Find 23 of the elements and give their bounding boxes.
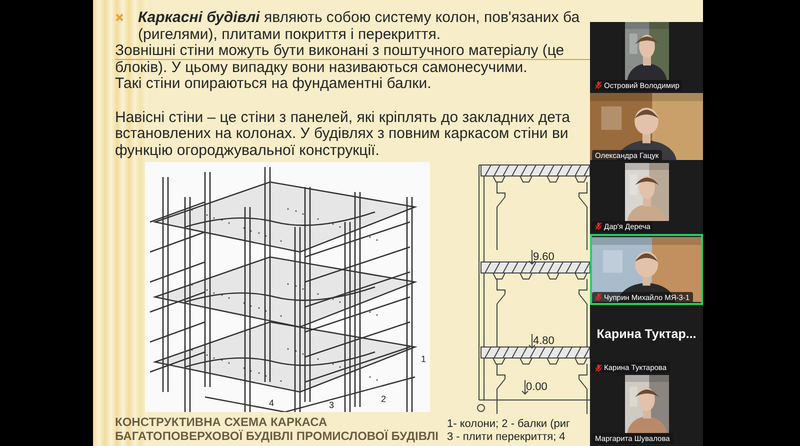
bullet-icon: [115, 13, 124, 22]
participant-display-name: Карина Туктар...: [596, 327, 696, 342]
slide-text-line: Каркасні будівлі являють собою систему колон, пов'язаних ба: [138, 10, 580, 27]
slide-text-line: встановлених на колонах. У будівлях з повним каркасом стіни ви: [115, 126, 568, 143]
level-marker-icon: [522, 380, 528, 396]
figure-label: 2: [381, 394, 386, 404]
figure-legend: 3 - плити перекриття; 4: [447, 431, 570, 444]
figure-label: 1: [421, 354, 426, 364]
level-label: 9.60: [533, 251, 554, 264]
level-label: 4.80: [533, 335, 554, 348]
level-marker-icon: [528, 250, 536, 266]
level-label: 0.00: [526, 381, 548, 394]
slide-text-line: Такі стіни опираються на фундаментні балки.: [115, 76, 432, 93]
slide-text-line: функцію огороджувальної конструкції.: [115, 142, 380, 160]
figure-caption: БАГАТОПОВЕРХОВОЇ БУДІВЛІ ПРОМИСЛОВОЇ БУДІВЛІ: [115, 430, 440, 444]
slide-text-line: блоків). У цьому випадку вони називаються самонесучими.: [115, 60, 528, 76]
slide-text-line: Зовнішні стіни можуть бути виконані з поштучного матеріалу (це: [115, 43, 564, 60]
slide-text-line: Навісні стіни – це стіни з панелей, які кріплять до закладних дета: [115, 110, 570, 126]
figure-label: 3: [329, 400, 334, 410]
figure-label: 4: [269, 398, 274, 408]
figure-legend: 1- колони; 2 - балки (риг: [447, 418, 570, 432]
figure-caption: КОНСТРУКТИВНА СХЕМА КАРКАСА: [115, 416, 328, 430]
slide-text-line: (ригелями), плитами покриття і перекриття.: [138, 26, 440, 44]
